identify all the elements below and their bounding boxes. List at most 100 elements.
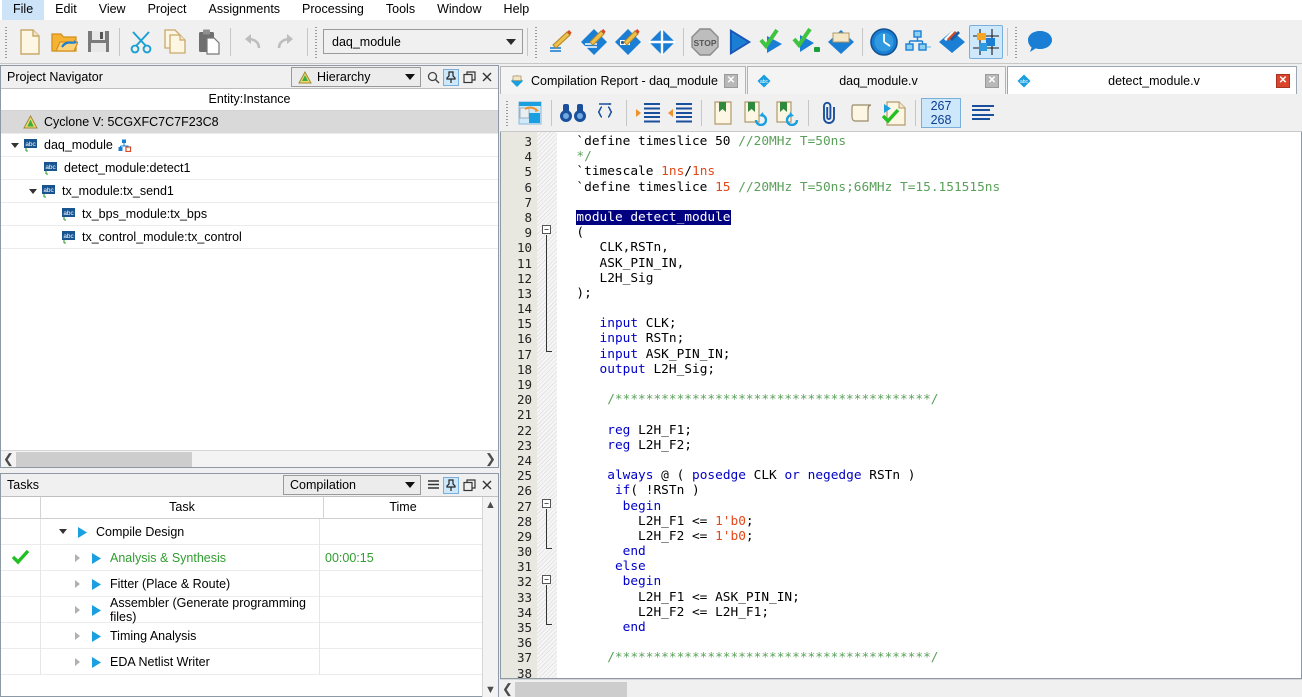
toolbar-grip-4[interactable] [1013,24,1020,59]
code-line[interactable]: reg L2H_F2; [557,438,1301,453]
compilation-report-icon[interactable] [824,25,858,59]
code-line[interactable]: input RSTn; [557,331,1301,346]
code-line[interactable]: `define timeslice 15 //20MHz T=50ns;66MH… [557,180,1301,195]
hierarchy-view-combo[interactable]: Hierarchy [291,67,421,87]
play-triangle-icon[interactable] [75,525,89,539]
code-line[interactable]: output L2H_Sig; [557,362,1301,377]
flow-combo[interactable]: Compilation [283,475,421,495]
code-line[interactable]: `timescale 1ns/1ns [557,164,1301,179]
code-line[interactable]: ); [557,286,1301,301]
find-binoculars-icon[interactable] [557,97,589,129]
play-triangle-icon[interactable] [89,577,103,591]
code-line[interactable]: else [557,559,1301,574]
scroll-left-arrow-icon[interactable]: ❮ [1,451,16,467]
code-line[interactable] [557,453,1301,468]
float-icon[interactable] [461,477,477,494]
code-line[interactable]: L2H_F1 <= ASK_PIN_IN; [557,590,1301,605]
task-twisty-compile-design[interactable] [55,524,71,540]
tab-daq-module-v[interactable]: abc daq_module.v ✕ [747,66,1006,94]
task-twisty-eda-netlist-writer[interactable] [69,654,85,670]
code-folding-column[interactable]: − − − [537,132,557,678]
close-icon[interactable] [479,477,495,494]
play-triangle-icon[interactable] [89,603,103,617]
compile-edit-icon[interactable] [577,25,611,59]
tab-compilation-report[interactable]: Compilation Report - daq_module ✕ [500,66,746,94]
tab-detect-module-v[interactable]: abc detect_module.v ✕ [1007,66,1297,94]
close-icon[interactable]: ✕ [1276,73,1290,88]
close-icon[interactable] [479,69,495,86]
search-icon[interactable] [425,69,441,86]
code-line[interactable]: L2H_F2 <= 1'b0; [557,529,1301,544]
editor-toolbar-grip[interactable] [504,98,511,127]
code-line[interactable]: `define timeslice 50 //20MHz T=50ns [557,134,1301,149]
hscroll-track[interactable] [16,451,483,467]
edit-pencil-icon[interactable] [543,25,577,59]
code-editor[interactable]: 3 4 5 6 7 8 9 10 11 12 13 14 15 16 17 18 19 20 21 22 23 24 25 2… [500,132,1302,679]
code-line[interactable]: if( !RSTn ) [557,483,1301,498]
code-hscroll-thumb[interactable] [515,681,627,697]
code-line[interactable]: ( [557,225,1301,240]
menu-item-help[interactable]: Help [493,0,541,20]
programmer-icon[interactable] [935,25,969,59]
pin-icon[interactable] [443,68,459,86]
task-row-assembler[interactable]: Assembler (Generate programming files) [1,596,482,624]
code-line[interactable]: L2H_F1 <= 1'b0; [557,514,1301,529]
code-line[interactable]: always @ ( posedge CLK or negedge RSTn ) [557,468,1301,483]
menu-item-window[interactable]: Window [426,0,492,20]
menu-item-assignments[interactable]: Assignments [197,0,291,20]
code-line[interactable] [557,407,1301,422]
toolbar-grip-3[interactable] [533,24,540,59]
scroll-icon[interactable] [846,97,878,129]
menu-item-edit[interactable]: Edit [44,0,88,20]
code-hscroll-track[interactable] [515,681,1302,697]
code-line[interactable]: input ASK_PIN_IN; [557,347,1301,362]
pin-icon[interactable] [443,476,459,494]
check-file-icon[interactable] [878,97,910,129]
menu-item-file[interactable]: File [2,0,45,20]
task-row-fitter[interactable]: Fitter (Place & Route) [1,570,482,597]
scroll-left-arrow-icon[interactable]: ❮ [500,681,515,697]
tree-row-detect-module[interactable]: abc detect_module:detect1 [1,157,498,180]
toolbar-grip-2[interactable] [313,24,320,59]
bookmark-toggle-icon[interactable] [707,97,739,129]
task-row-timing-analysis[interactable]: Timing Analysis [1,622,482,649]
tree-row-device[interactable]: Cyclone V: 5CGXFC7C7F23C8 [1,111,498,134]
comment-bubble-icon[interactable] [1023,25,1057,59]
code-line[interactable]: */ [557,149,1301,164]
code-line[interactable]: L2H_Sig [557,271,1301,286]
list-icon[interactable] [425,477,441,494]
code-line[interactable]: end [557,620,1301,635]
scroll-right-arrow-icon[interactable]: ❯ [483,451,498,467]
code-line[interactable]: /***************************************… [557,392,1301,407]
braces-icon[interactable] [589,97,621,129]
task-twisty-assembler[interactable] [69,602,85,618]
tree-twisty-daq-module[interactable] [7,137,23,153]
bookmark-next-icon[interactable] [739,97,771,129]
start-analysis-synthesis-icon[interactable] [756,25,790,59]
line-numbers-icon[interactable] [967,97,999,129]
copy-icon[interactable] [158,25,192,59]
play-triangle-icon[interactable] [89,629,103,643]
code-line[interactable]: input CLK; [557,316,1301,331]
timing-analyzer-icon[interactable] [867,25,901,59]
code-line[interactable] [557,195,1301,210]
menu-item-project[interactable]: Project [137,0,198,20]
task-twisty-analysis-synthesis[interactable] [69,550,85,566]
code-line[interactable] [557,377,1301,392]
tree-row-tx-module[interactable]: abc tx_module:tx_send1 [1,180,498,203]
code-hscrollbar[interactable]: ❮ [500,679,1302,697]
chip-planner-icon[interactable] [969,24,1003,59]
line-jump-indicator[interactable]: 267 268 [921,97,961,128]
project-revision-combo[interactable]: daq_module [323,29,523,54]
task-twisty-timing-analysis[interactable] [69,628,85,644]
scroll-up-arrow-icon[interactable]: ▲ [483,497,498,512]
code-line[interactable] [557,301,1301,316]
task-row-analysis-synthesis[interactable]: Analysis & Synthesis 00:00:15 [1,544,482,571]
bookmark-prev-icon[interactable] [771,97,803,129]
fold-box-line-9[interactable]: − [542,225,551,234]
close-icon[interactable]: ✕ [985,73,999,88]
task-twisty-fitter[interactable] [69,576,85,592]
code-line[interactable]: begin [557,499,1301,514]
scroll-down-arrow-icon[interactable]: ▼ [483,682,498,697]
float-icon[interactable] [461,69,477,86]
